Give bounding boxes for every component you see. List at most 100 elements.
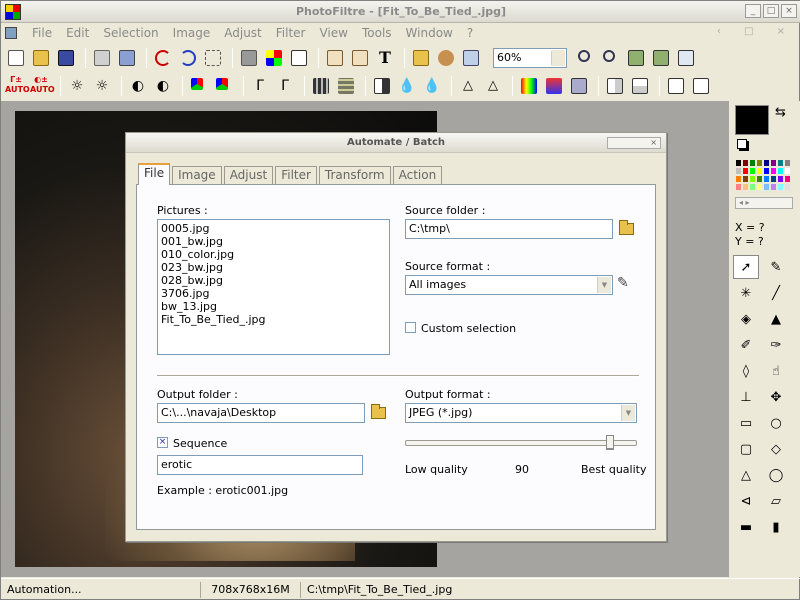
palette-swatch[interactable] xyxy=(735,183,742,191)
zoom-dropdown-arrow[interactable] xyxy=(551,50,565,66)
foreground-color-swatch[interactable] xyxy=(735,105,769,135)
gamma-minus-icon[interactable]: Γ xyxy=(249,75,271,97)
lasso-icon[interactable]: ◯ xyxy=(763,463,789,487)
palette-swatch[interactable] xyxy=(756,183,763,191)
palette-swatch[interactable] xyxy=(770,183,777,191)
soften-more-icon[interactable]: △ xyxy=(482,75,504,97)
smudge-icon[interactable]: ☝ xyxy=(763,359,789,383)
output-folder-field[interactable]: C:\...\navaja\Desktop xyxy=(157,403,365,423)
palette-swatch[interactable] xyxy=(770,175,777,183)
mdi-window-controls[interactable]: ‹ □ × xyxy=(717,26,795,37)
swap-colors-icon[interactable]: ⇆ xyxy=(775,105,786,120)
advanced-brush-icon[interactable]: ✑ xyxy=(763,333,789,357)
explorer-icon[interactable] xyxy=(410,47,432,69)
grid-filter-icon[interactable] xyxy=(310,75,332,97)
palette-swatch[interactable] xyxy=(763,183,770,191)
palette-swatch[interactable] xyxy=(742,159,749,167)
zoom-in-icon[interactable] xyxy=(575,47,597,69)
spray-icon[interactable]: ▲ xyxy=(763,307,789,331)
rectangle-icon[interactable]: ▭ xyxy=(733,411,759,435)
palette-swatch[interactable] xyxy=(784,159,791,167)
palette-icon[interactable] xyxy=(263,47,285,69)
texture-filter-icon[interactable] xyxy=(335,75,357,97)
image-size-icon[interactable] xyxy=(324,47,346,69)
list-item[interactable]: 028_bw.jpg xyxy=(161,274,386,287)
dust-filter-icon[interactable] xyxy=(568,75,590,97)
palette-swatch[interactable] xyxy=(735,167,742,175)
color-palette[interactable] xyxy=(735,159,791,193)
palette-swatch[interactable] xyxy=(770,159,777,167)
menu-window[interactable]: Window xyxy=(399,26,460,40)
eyedropper-icon[interactable]: ✎ xyxy=(763,255,789,279)
maximize-button[interactable]: □ xyxy=(763,4,779,18)
fullscreen-icon[interactable] xyxy=(675,47,697,69)
palette-swatch[interactable] xyxy=(756,159,763,167)
quality-slider[interactable] xyxy=(405,435,637,450)
fit-image-icon[interactable] xyxy=(625,47,647,69)
tab-file[interactable]: File xyxy=(138,163,171,185)
brush-icon[interactable]: ✐ xyxy=(733,333,759,357)
auto-contrast-icon[interactable]: ◐± AUTO xyxy=(30,75,55,97)
source-format-select[interactable]: All images ▼ xyxy=(405,275,613,295)
select-all-icon[interactable] xyxy=(202,47,224,69)
list-item[interactable]: 0005.jpg xyxy=(161,222,386,235)
triangle-icon[interactable]: △ xyxy=(733,463,759,487)
palette-swatch[interactable] xyxy=(777,167,784,175)
tab-action[interactable]: Action xyxy=(392,166,443,185)
open-icon[interactable] xyxy=(30,47,52,69)
menu-edit[interactable]: Edit xyxy=(59,26,96,40)
saturation-plus-icon[interactable] xyxy=(213,75,235,97)
palette-swatch[interactable] xyxy=(770,167,777,175)
selection-bar-icon[interactable]: ▬ xyxy=(733,515,759,539)
undo-icon[interactable] xyxy=(152,47,174,69)
preferences-icon[interactable] xyxy=(460,47,482,69)
line-icon[interactable]: ╱ xyxy=(763,281,789,305)
redo-icon[interactable] xyxy=(177,47,199,69)
canvas-size-icon[interactable] xyxy=(349,47,371,69)
gamma-plus-icon[interactable]: Γ xyxy=(274,75,296,97)
source-folder-field[interactable]: C:\tmp\ xyxy=(405,219,613,239)
menu-filter[interactable]: Filter xyxy=(269,26,313,40)
contrast-minus-icon[interactable]: ◐ xyxy=(127,75,149,97)
palette-swatch[interactable] xyxy=(763,167,770,175)
palette-swatch[interactable] xyxy=(777,175,784,183)
palette-swatch[interactable] xyxy=(742,167,749,175)
pictures-list[interactable]: 0005.jpg 001_bw.jpg 010_color.jpg 023_bw… xyxy=(157,219,390,355)
menu-selection[interactable]: Selection xyxy=(96,26,165,40)
select-arrow-icon[interactable]: ➚ xyxy=(733,255,759,279)
palette-swatch[interactable] xyxy=(735,159,742,167)
menu-help[interactable]: ? xyxy=(460,26,480,40)
document-system-icon[interactable] xyxy=(5,27,17,39)
diamond-icon[interactable]: ◇ xyxy=(763,437,789,461)
list-item[interactable]: 3706.jpg xyxy=(161,287,386,300)
output-folder-browse-icon[interactable] xyxy=(369,403,389,423)
list-item[interactable]: Fit_To_Be_Tied_.jpg xyxy=(161,313,386,326)
chevron-down-icon[interactable]: ▼ xyxy=(597,277,611,293)
fill-bucket-icon[interactable]: ◈ xyxy=(733,307,759,331)
palette-swatch[interactable] xyxy=(749,159,756,167)
brightness-minus-icon[interactable]: ☼ xyxy=(66,75,88,97)
edit-format-icon[interactable]: ✎ xyxy=(617,275,637,295)
chevron-down-icon[interactable]: ▼ xyxy=(621,405,635,421)
tab-image[interactable]: Image xyxy=(172,166,222,185)
open-selection-icon[interactable]: ▱ xyxy=(763,489,789,513)
palette-swatch[interactable] xyxy=(756,167,763,175)
rotate-right-icon[interactable] xyxy=(690,75,712,97)
new-icon[interactable] xyxy=(5,47,27,69)
save-icon[interactable] xyxy=(55,47,77,69)
sharpen-icon[interactable] xyxy=(371,75,393,97)
grayscale-icon[interactable] xyxy=(238,47,260,69)
move-icon[interactable]: ✥ xyxy=(763,385,789,409)
list-item[interactable]: bw_13.jpg xyxy=(161,300,386,313)
gradient-icon[interactable] xyxy=(518,75,540,97)
rotate-left-icon[interactable] xyxy=(665,75,687,97)
print-icon[interactable] xyxy=(91,47,113,69)
minimize-button[interactable]: _ xyxy=(745,4,761,18)
output-format-select[interactable]: JPEG (*.jpg) ▼ xyxy=(405,403,637,423)
palette-swatch[interactable] xyxy=(784,183,791,191)
palette-swatch[interactable] xyxy=(763,175,770,183)
plugin-icon[interactable] xyxy=(435,47,457,69)
saturation-minus-icon[interactable] xyxy=(188,75,210,97)
sequence-name-field[interactable]: erotic xyxy=(157,455,363,475)
menu-tools[interactable]: Tools xyxy=(355,26,399,40)
